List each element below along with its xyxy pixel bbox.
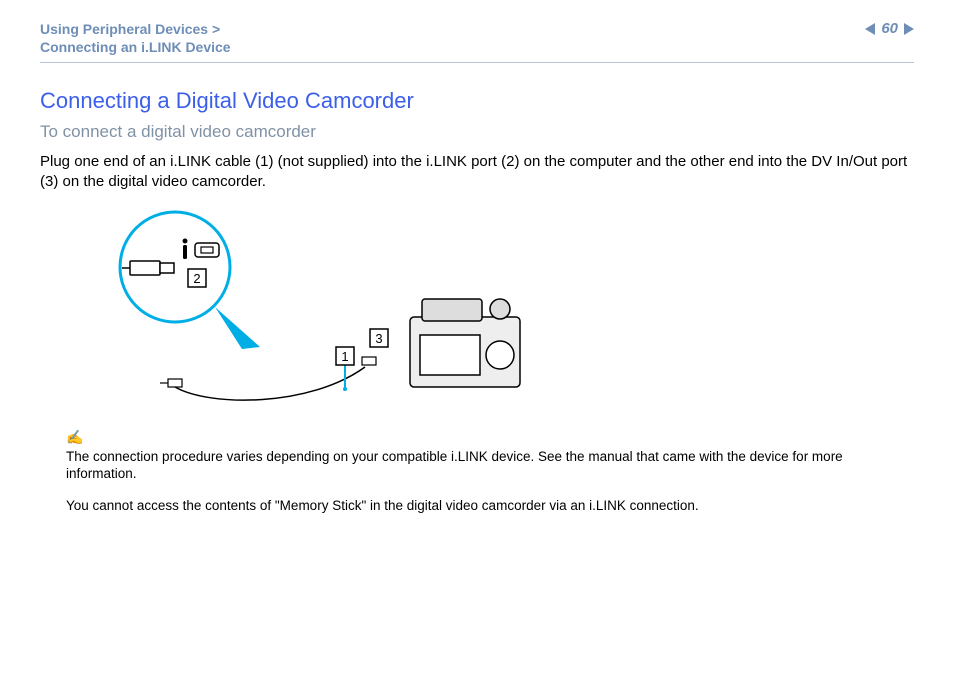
page-subtitle: To connect a digital video camcorder [40, 122, 914, 142]
callout-1-label: 1 [341, 349, 348, 364]
page: Using Peripheral Devices > Connecting an… [0, 0, 954, 674]
header: Using Peripheral Devices > Connecting an… [40, 20, 914, 62]
note-line-2: You cannot access the contents of "Memor… [66, 497, 914, 515]
page-number: 60 [881, 20, 898, 37]
page-nav: 60 [865, 20, 914, 37]
body-paragraph: Plug one end of an i.LINK cable (1) (not… [40, 152, 914, 193]
next-page-icon[interactable] [904, 23, 914, 35]
page-title: Connecting a Digital Video Camcorder [40, 88, 914, 114]
callout-2-label: 2 [193, 271, 200, 286]
header-rule [40, 62, 914, 63]
breadcrumb-line1: Using Peripheral Devices > [40, 21, 220, 37]
prev-page-icon[interactable] [865, 23, 875, 35]
connection-diagram: 2 1 3 [70, 207, 570, 417]
notes: ✍ The connection procedure varies depend… [66, 429, 914, 515]
callout-3-label: 3 [375, 331, 382, 346]
content: Connecting a Digital Video Camcorder To … [40, 88, 914, 528]
breadcrumb: Using Peripheral Devices > Connecting an… [40, 20, 231, 56]
note-line-1: The connection procedure varies dependin… [66, 448, 914, 483]
note-icon: ✍ [66, 429, 83, 446]
breadcrumb-line2: Connecting an i.LINK Device [40, 39, 231, 55]
